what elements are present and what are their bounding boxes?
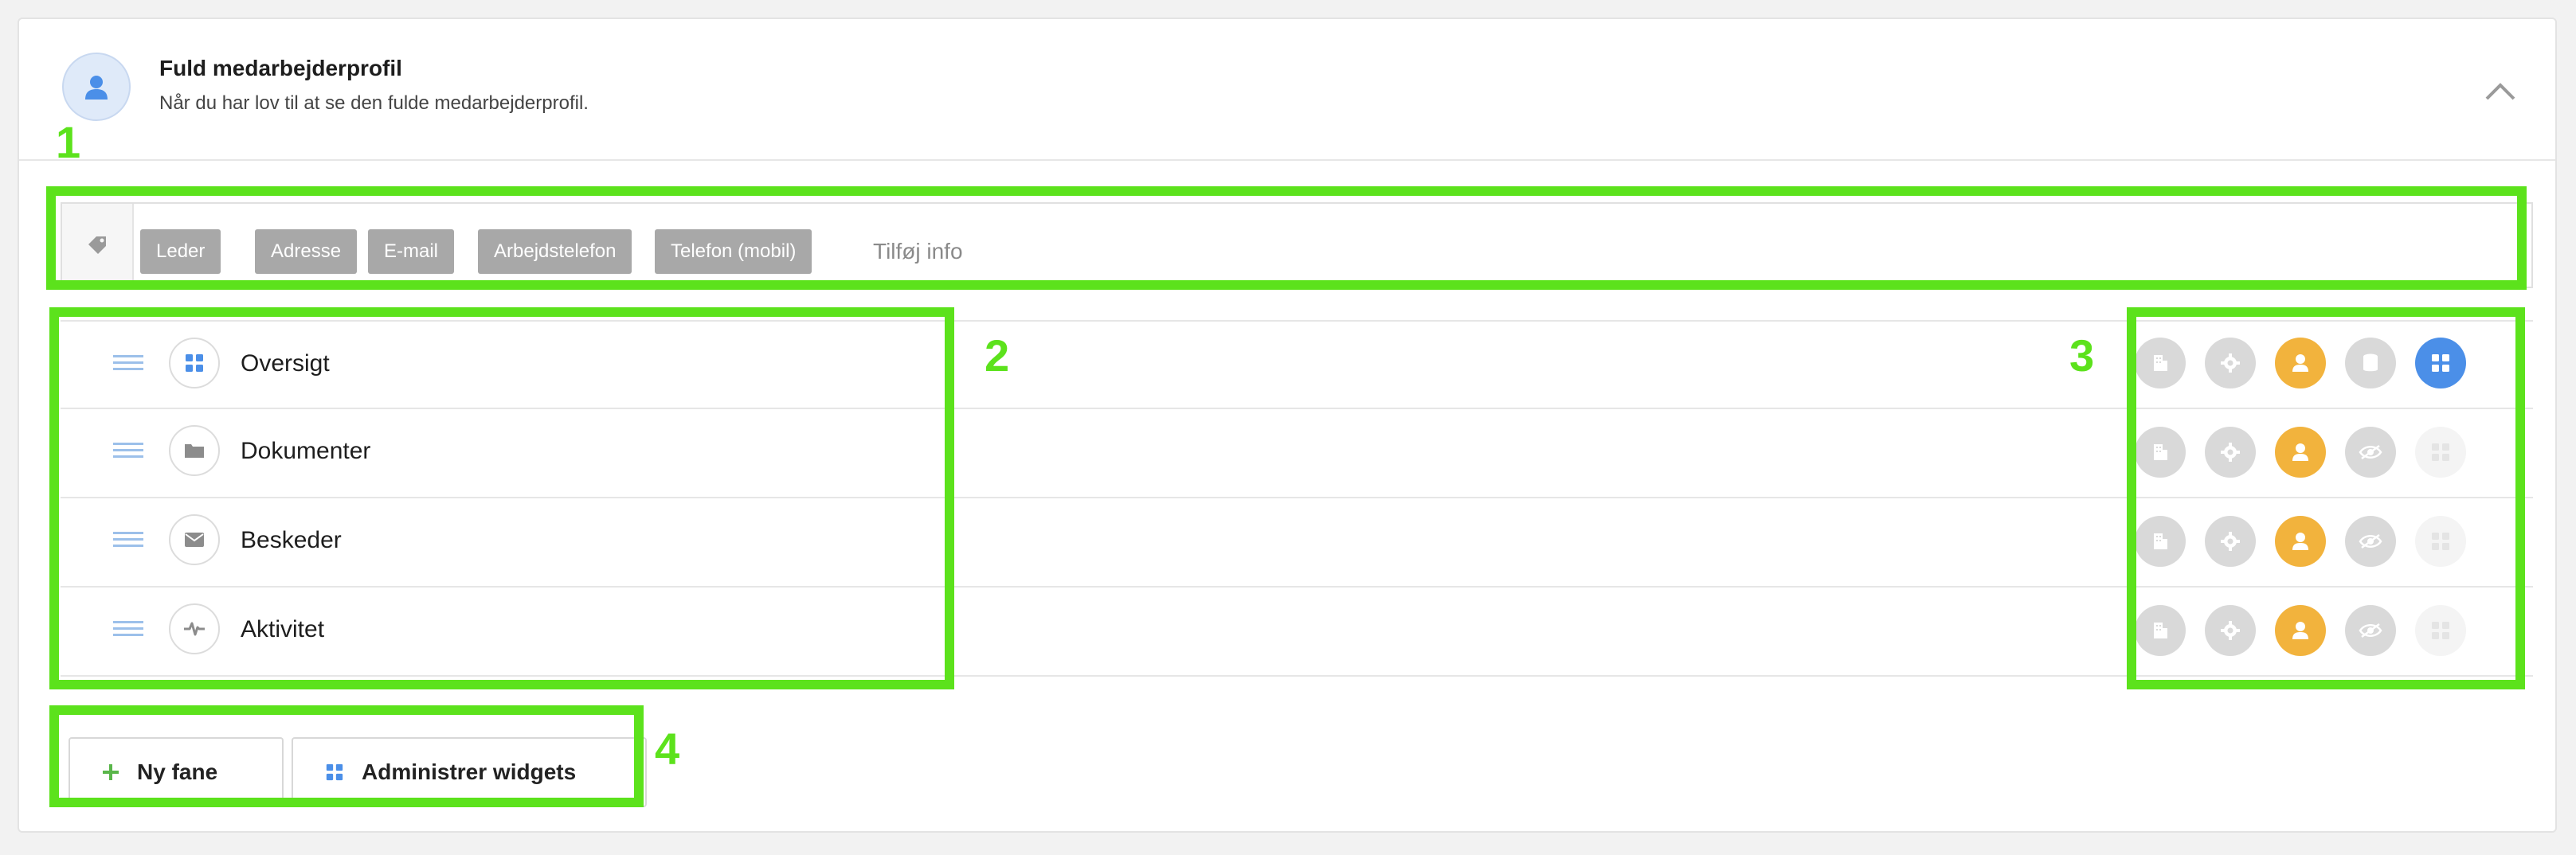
collapse-button[interactable]: [2480, 75, 2520, 107]
chevron-up-icon: [2485, 83, 2515, 100]
annotation-number-4: 4: [655, 724, 680, 774]
section-subtitle: Når du har lov til at se den fulde medar…: [159, 92, 589, 114]
annotation-box-2: [49, 307, 954, 689]
annotation-box-3: [2127, 307, 2525, 689]
annotation-number-2: 2: [985, 330, 1010, 381]
card-header: Fuld medarbejderprofil Når du har lov ti…: [19, 19, 2555, 161]
annotation-number-1: 1: [56, 117, 81, 167]
person-icon: [85, 76, 108, 100]
annotation-box-1: [46, 186, 2527, 290]
section-title: Fuld medarbejderprofil: [159, 56, 402, 80]
avatar: [62, 53, 131, 121]
annotation-number-3: 3: [2069, 330, 2095, 381]
annotation-box-4: [49, 705, 644, 807]
